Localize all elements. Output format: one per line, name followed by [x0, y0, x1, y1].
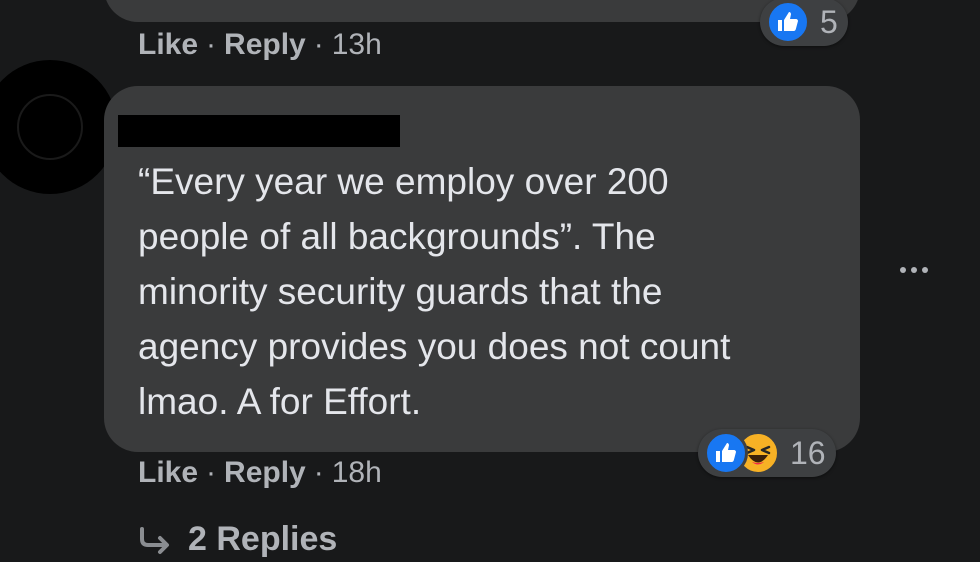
- separator: ·: [206, 456, 217, 489]
- comment-timestamp[interactable]: 18h: [332, 456, 382, 490]
- separator: ·: [313, 28, 324, 61]
- like-link[interactable]: Like: [138, 28, 198, 62]
- reply-link[interactable]: Reply: [224, 456, 306, 490]
- avatar[interactable]: [0, 60, 117, 194]
- comment-text: “Every year we employ over 200 people of…: [138, 161, 731, 422]
- reaction-count: 5: [820, 3, 838, 40]
- more-options-icon: [922, 267, 928, 273]
- more-options-icon: [911, 267, 917, 273]
- like-link[interactable]: Like: [138, 456, 198, 490]
- reaction-count: 16: [790, 434, 826, 471]
- previous-comment-actions: Like · Reply · 13h: [138, 28, 382, 62]
- more-options-icon: [900, 267, 906, 273]
- comment-thread: 5 Like · Reply · 13h “Every year we empl…: [0, 0, 980, 562]
- reply-arrow-icon: [140, 526, 169, 554]
- comment-timestamp[interactable]: 13h: [332, 28, 382, 62]
- avatar-placeholder-ring: [17, 94, 83, 160]
- reply-link[interactable]: Reply: [224, 28, 306, 62]
- view-replies-link[interactable]: 2 Replies: [138, 520, 337, 559]
- redacted-author-name: [118, 115, 400, 147]
- separator: ·: [313, 456, 324, 489]
- comment-actions: Like · Reply · 18h: [138, 456, 382, 490]
- separator: ·: [206, 28, 217, 61]
- previous-comment-bubble: [104, 0, 860, 22]
- more-options-button[interactable]: [888, 250, 940, 290]
- previous-comment-reactions[interactable]: 5: [760, 0, 848, 46]
- thumbs-up-icon: [704, 431, 748, 475]
- replies-label: 2 Replies: [188, 520, 338, 558]
- thumbs-up-icon: [766, 0, 810, 44]
- comment-reactions[interactable]: 16: [698, 429, 836, 477]
